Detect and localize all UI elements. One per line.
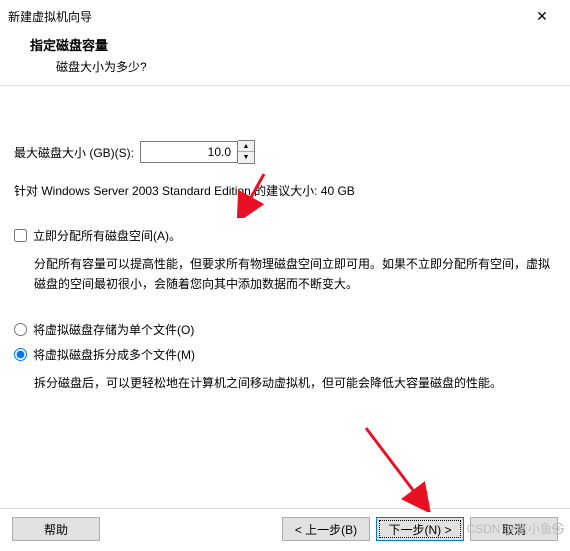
split-description: 拆分磁盘后，可以更轻松地在计算机之间移动虚拟机，但可能会降低大容量磁盘的性能。 — [34, 373, 552, 393]
dialog-window: 新建虚拟机向导 ✕ 指定磁盘容量 磁盘大小为多少? 最大磁盘大小 (GB)(S)… — [0, 0, 570, 551]
wizard-header: 指定磁盘容量 磁盘大小为多少? — [0, 31, 570, 86]
page-subtitle: 磁盘大小为多少? — [30, 58, 570, 75]
disk-size-spinner: ▲ ▼ — [140, 140, 255, 164]
content-area: 最大磁盘大小 (GB)(S): ▲ ▼ 针对 Windows Server 20… — [0, 86, 570, 508]
split-radio-multi[interactable] — [14, 348, 27, 361]
spinner-up-button[interactable]: ▲ — [238, 141, 254, 152]
split-radio-group: 将虚拟磁盘存储为单个文件(O) 将虚拟磁盘拆分成多个文件(M) — [14, 321, 552, 363]
disk-size-input[interactable] — [140, 141, 238, 163]
close-icon[interactable]: ✕ — [526, 8, 558, 25]
allocate-now-checkbox[interactable] — [14, 229, 27, 242]
window-title: 新建虚拟机向导 — [8, 8, 92, 25]
split-radio-single[interactable] — [14, 323, 27, 336]
split-label-multi: 将虚拟磁盘拆分成多个文件(M) — [33, 346, 195, 363]
allocate-description: 分配所有容量可以提高性能，但要求所有物理磁盘空间立即可用。如果不立即分配所有空间… — [34, 254, 552, 295]
disk-size-row: 最大磁盘大小 (GB)(S): ▲ ▼ — [14, 140, 552, 164]
watermark-text: CSDN @张小鱼㉿ — [466, 520, 564, 537]
help-button[interactable]: 帮助 — [12, 517, 100, 541]
split-label-single: 将虚拟磁盘存储为单个文件(O) — [33, 321, 194, 338]
allocate-now-checkbox-row[interactable]: 立即分配所有磁盘空间(A)。 — [14, 227, 552, 244]
disk-size-label: 最大磁盘大小 (GB)(S): — [14, 144, 134, 161]
allocate-now-label: 立即分配所有磁盘空间(A)。 — [33, 227, 181, 244]
next-button[interactable]: 下一步(N) > — [376, 517, 464, 541]
back-button[interactable]: < 上一步(B) — [282, 517, 370, 541]
recommendation-text: 针对 Windows Server 2003 Standard Edition … — [14, 182, 552, 199]
spinner-buttons: ▲ ▼ — [238, 140, 255, 164]
spinner-down-button[interactable]: ▼ — [238, 152, 254, 163]
page-title: 指定磁盘容量 — [30, 35, 570, 54]
titlebar: 新建虚拟机向导 ✕ — [0, 0, 570, 31]
split-option-multi[interactable]: 将虚拟磁盘拆分成多个文件(M) — [14, 346, 552, 363]
split-option-single[interactable]: 将虚拟磁盘存储为单个文件(O) — [14, 321, 552, 338]
